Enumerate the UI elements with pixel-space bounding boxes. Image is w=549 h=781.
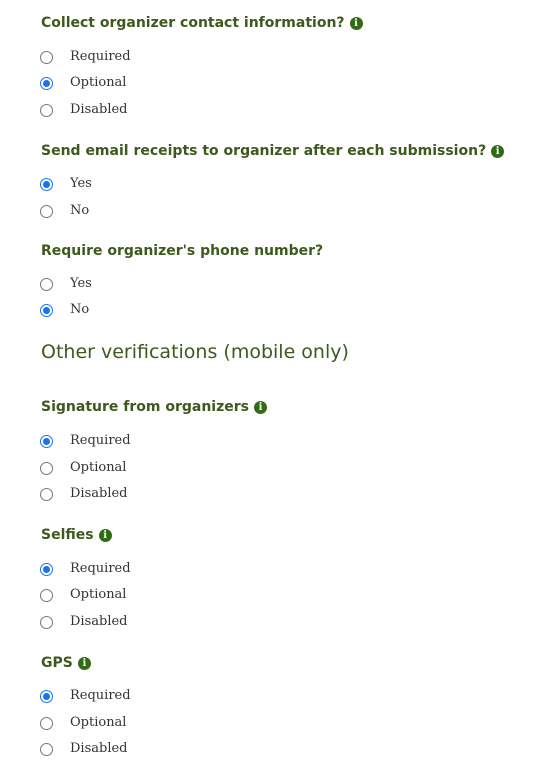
radio-selfies-disabled[interactable]: Disabled xyxy=(40,613,128,631)
radio-label: Required xyxy=(70,49,131,64)
radio-button[interactable] xyxy=(40,434,53,448)
radio-contact-required[interactable]: Required xyxy=(40,48,131,66)
radio-gps-optional[interactable]: Optional xyxy=(40,714,126,732)
radio-button[interactable] xyxy=(40,103,53,117)
question-label: Selfies xyxy=(41,527,94,543)
radio-label: Required xyxy=(70,688,131,703)
question-require-phone: Require organizer's phone number? xyxy=(41,242,323,260)
radio-contact-optional[interactable]: Optional xyxy=(40,74,126,92)
radio-selfies-optional[interactable]: Optional xyxy=(40,586,126,604)
question-label: GPS xyxy=(41,655,73,671)
radio-button[interactable] xyxy=(40,303,53,317)
radio-button[interactable] xyxy=(40,615,53,629)
radio-signature-disabled[interactable]: Disabled xyxy=(40,485,128,503)
radio-label: Disabled xyxy=(70,102,128,117)
question-send-email-receipts: Send email receipts to organizer after e… xyxy=(41,142,505,160)
radio-selfies-required[interactable]: Required xyxy=(40,560,131,578)
radio-button[interactable] xyxy=(40,461,53,475)
radio-button[interactable] xyxy=(40,716,53,730)
info-icon[interactable]: i xyxy=(77,656,91,670)
radio-label: Required xyxy=(70,561,131,576)
radio-contact-disabled[interactable]: Disabled xyxy=(40,101,128,119)
radio-label: Required xyxy=(70,433,131,448)
radio-label: Disabled xyxy=(70,486,128,501)
info-icon[interactable]: i xyxy=(98,528,112,542)
radio-button[interactable] xyxy=(40,204,53,218)
section-heading-other-verifications: Other verifications (mobile only) xyxy=(41,341,349,363)
radio-label: No xyxy=(70,302,90,317)
radio-label: Optional xyxy=(70,715,127,730)
radio-button[interactable] xyxy=(40,742,53,756)
radio-phone-no[interactable]: No xyxy=(40,301,89,319)
radio-button[interactable] xyxy=(40,76,53,90)
radio-receipts-no[interactable]: No xyxy=(40,202,89,220)
radio-label: Optional xyxy=(70,460,127,475)
radio-button[interactable] xyxy=(40,562,53,576)
question-label: Send email receipts to organizer after e… xyxy=(41,143,487,159)
radio-label: Yes xyxy=(70,276,92,291)
radio-button[interactable] xyxy=(40,177,53,191)
radio-label: Optional xyxy=(70,587,127,602)
info-icon[interactable]: i xyxy=(349,16,363,30)
question-gps: GPS i xyxy=(41,654,91,672)
radio-signature-required[interactable]: Required xyxy=(40,432,131,450)
question-selfies: Selfies i xyxy=(41,526,112,544)
radio-signature-optional[interactable]: Optional xyxy=(40,459,126,477)
radio-label: Disabled xyxy=(70,741,128,756)
question-label: Collect organizer contact information? xyxy=(41,15,345,31)
radio-receipts-yes[interactable]: Yes xyxy=(40,175,92,193)
radio-button[interactable] xyxy=(40,50,53,64)
radio-label: Disabled xyxy=(70,614,128,629)
question-label: Signature from organizers xyxy=(41,399,249,415)
radio-label: Optional xyxy=(70,75,127,90)
radio-label: Yes xyxy=(70,176,92,191)
radio-gps-disabled[interactable]: Disabled xyxy=(40,740,128,758)
radio-label: No xyxy=(70,203,90,218)
info-icon[interactable]: i xyxy=(253,400,267,414)
radio-button[interactable] xyxy=(40,277,53,291)
question-label: Require organizer's phone number? xyxy=(41,243,324,259)
radio-button[interactable] xyxy=(40,588,53,602)
question-signature: Signature from organizers i xyxy=(41,398,267,416)
radio-button[interactable] xyxy=(40,487,53,501)
question-collect-organizer-contact: Collect organizer contact information? i xyxy=(41,14,363,32)
info-icon[interactable]: i xyxy=(491,144,505,158)
radio-gps-required[interactable]: Required xyxy=(40,687,131,705)
radio-phone-yes[interactable]: Yes xyxy=(40,275,92,293)
radio-button[interactable] xyxy=(40,689,53,703)
